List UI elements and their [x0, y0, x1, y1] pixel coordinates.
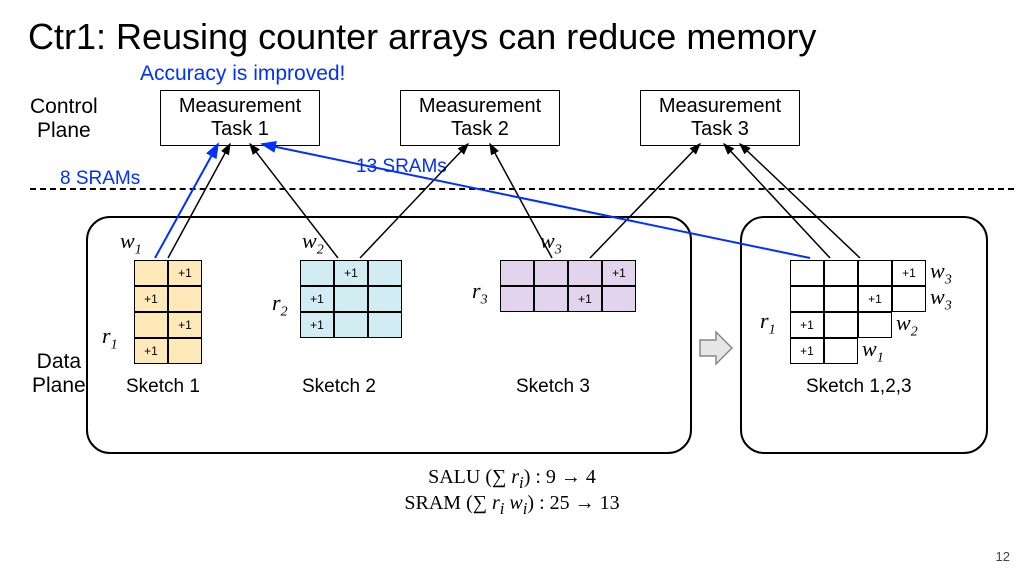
w1-label: w1 [120, 228, 142, 258]
sketch-2-grid: +1 +1 +1 [300, 260, 402, 338]
control-plane-label: Control Plane [30, 95, 98, 143]
sketch-2-label: Sketch 2 [302, 376, 376, 398]
page-title: Ctr1: Reusing counter arrays can reduce … [28, 16, 816, 58]
page-number: 12 [996, 549, 1010, 564]
combined-w1-label: w1 [862, 336, 884, 366]
sketch-123-label: Sketch 1,2,3 [806, 376, 912, 398]
sram-13-label: 13 SRAMs [356, 156, 447, 178]
sketch-3-grid: +1 +1 [500, 260, 636, 312]
task-3-box: Measurement Task 3 [640, 90, 800, 146]
sram-formula: SRAM (∑ ri wi) : 25 → 13 [0, 492, 1024, 519]
transform-arrow-icon [698, 330, 734, 366]
r2-label: r2 [272, 290, 288, 320]
sketch-3-label: Sketch 3 [516, 376, 590, 398]
combined-w3b-label: w3 [930, 284, 952, 314]
accuracy-note: Accuracy is improved! [140, 62, 345, 86]
data-plane-label: Data Plane [32, 350, 86, 398]
task-1-box: Measurement Task 1 [160, 90, 320, 146]
r3-label: r3 [472, 278, 488, 308]
w2-label: w2 [302, 228, 324, 258]
sketch-1-label: Sketch 1 [126, 376, 200, 398]
r1-label: r1 [102, 323, 118, 353]
sketch-1-grid: +1 +1 +1 +1 [134, 260, 202, 364]
salu-formula: SALU (∑ ri) : 9 → 4 [0, 466, 1024, 493]
combined-w2-label: w2 [896, 310, 918, 340]
task-2-box: Measurement Task 2 [400, 90, 560, 146]
combined-r1-label: r1 [760, 308, 776, 338]
plane-divider [30, 188, 1014, 190]
sram-8-label: 8 SRAMs [60, 168, 140, 190]
w3-label: w3 [540, 228, 562, 258]
